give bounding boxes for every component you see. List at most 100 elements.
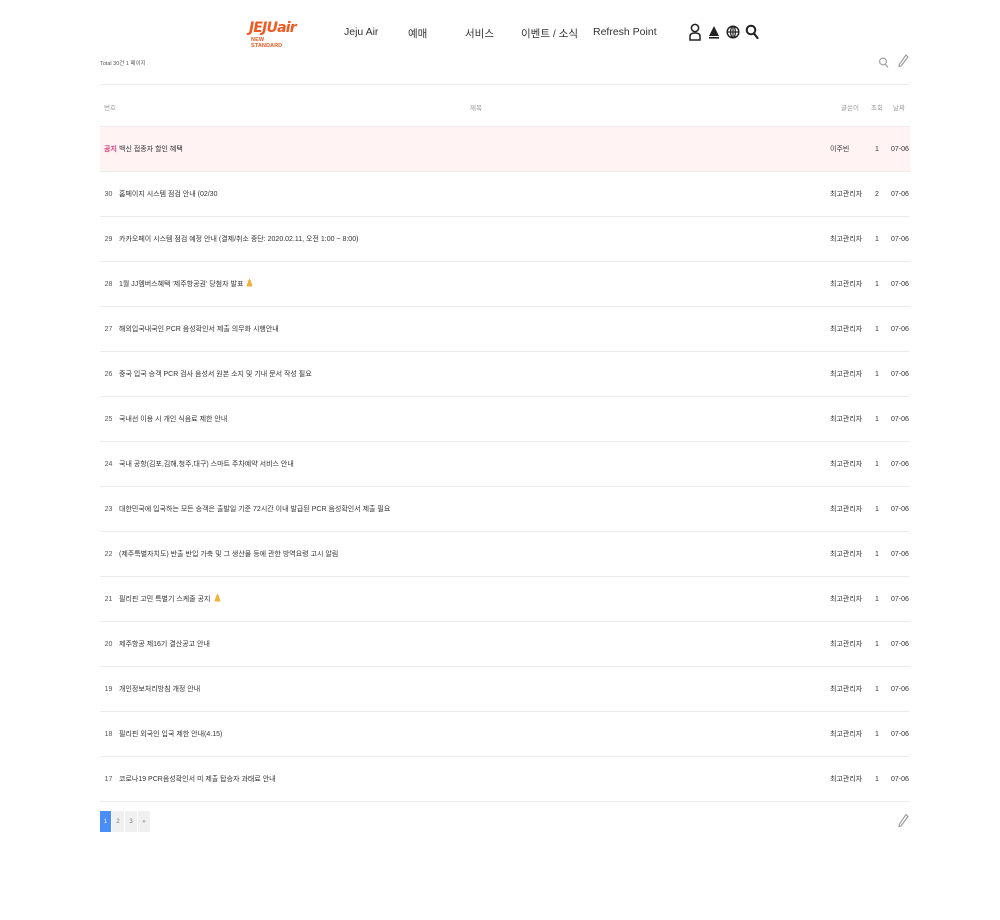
post-rows: 30 홈페이지 시스템 점검 안내 (02/30 최고관리자 2 07-06 29 카카오페… <box>100 172 910 802</box>
post-number: 18 <box>104 731 113 738</box>
post-number: 26 <box>104 371 113 378</box>
nav-item-service[interactable]: 서비스 <box>465 26 494 41</box>
post-writer: 이주빈 <box>830 146 850 153</box>
post-title[interactable]: 필리핀 고민 특별기 스케줄 공지 <box>119 595 211 604</box>
post-hits: 1 <box>875 731 879 738</box>
table-row[interactable]: 28 1월 JJ멤버스혜택 '제주항공권' 당첨자 발표 최고관리자 1 07-06 <box>100 262 910 307</box>
post-hits: 1 <box>875 686 879 693</box>
table-row[interactable]: 18 필리핀 외국인 입국 제한 안내(4.15) 최고관리자 1 07-06 <box>100 712 910 757</box>
post-number: 29 <box>104 236 113 243</box>
post-title[interactable]: 1월 JJ멤버스혜택 '제주항공권' 당첨자 발표 <box>119 280 243 289</box>
post-number: 21 <box>104 596 113 603</box>
post-writer: 최고관리자 <box>830 686 863 693</box>
notice-label: 공지 <box>104 146 117 153</box>
post-hits: 1 <box>875 596 879 603</box>
table-row[interactable]: 29 카카오페이 시스템 점검 예정 안내 (결제/취소 중단: 2020.02.… <box>100 217 910 262</box>
post-title[interactable]: 국내 공항(김포,김해,청주,대구) 스마트 주차예약 서비스 안내 <box>119 460 294 469</box>
post-title[interactable]: (제주특별자치도) 반출 반입 가축 및 그 생산물 등에 관한 방역요령 고시… <box>119 550 338 559</box>
post-date: 07-06 <box>891 416 909 423</box>
post-title[interactable]: 대한민국에 입국하는 모든 승객은 출발일 기준 72시간 이내 발급된 PCR… <box>119 505 390 514</box>
search-icon[interactable] <box>744 22 760 42</box>
post-writer: 최고관리자 <box>830 191 863 198</box>
post-date: 07-06 <box>891 551 909 558</box>
post-number: 17 <box>104 776 113 783</box>
table-row[interactable]: 24 국내 공항(김포,김해,청주,대구) 스마트 주차예약 서비스 안내 최고관리… <box>100 442 910 487</box>
post-title[interactable]: 코로나19 PCR음성확인서 미 제출 탑승자 과태료 안내 <box>119 775 276 784</box>
post-title[interactable]: 홈페이지 시스템 점검 안내 (02/30 <box>119 190 217 199</box>
globe-icon[interactable] <box>725 22 741 42</box>
post-hits: 1 <box>875 236 879 243</box>
post-writer: 최고관리자 <box>830 326 863 333</box>
header-hits: 조회 <box>871 105 883 112</box>
post-writer: 최고관리자 <box>830 371 863 378</box>
post-hits: 1 <box>875 776 879 783</box>
post-title[interactable]: 국내선 이용 시 개인 식음료 제한 안내 <box>119 415 227 424</box>
post-title[interactable]: 필리핀 외국인 입국 제한 안내(4.15) <box>119 730 222 739</box>
post-date: 07-06 <box>891 146 909 153</box>
total-count: Total 30건 1 페이지 <box>100 61 146 67</box>
write-icon[interactable] <box>897 54 909 68</box>
post-number: 25 <box>104 416 113 423</box>
post-writer: 최고관리자 <box>830 281 863 288</box>
post-title[interactable]: 제주항공 제16기 결산공고 안내 <box>119 640 210 649</box>
next-page-button[interactable]: » <box>138 811 150 832</box>
post-hits: 1 <box>875 551 879 558</box>
table-header: 번호 제목 글쓴이 조회 날짜 <box>100 84 910 127</box>
post-date: 07-06 <box>891 236 909 243</box>
nav-item-jejuair[interactable]: Jeju Air <box>344 26 378 38</box>
post-hits: 1 <box>875 326 879 333</box>
post-title[interactable]: 중국 입국 승객 PCR 검사 음성서 원본 소지 및 기내 문서 작성 필요 <box>119 370 312 379</box>
post-date: 07-06 <box>891 776 909 783</box>
post-date: 07-06 <box>891 191 909 198</box>
notice-row[interactable]: 공지 백신 접종자 할인 혜택 이주빈 1 07-06 <box>100 127 910 172</box>
post-date: 07-06 <box>891 281 909 288</box>
table-row[interactable]: 23 대한민국에 입국하는 모든 승객은 출발일 기준 72시간 이내 발급된 P… <box>100 487 910 532</box>
table-row[interactable]: 25 국내선 이용 시 개인 식음료 제한 안내 최고관리자 1 07-06 <box>100 397 910 442</box>
jejuair-logo[interactable]: JEJUair NEW STANDARD <box>249 20 297 49</box>
table-row[interactable]: 30 홈페이지 시스템 점검 안내 (02/30 최고관리자 2 07-06 <box>100 172 910 217</box>
post-writer: 최고관리자 <box>830 506 863 513</box>
post-hits: 1 <box>875 461 879 468</box>
table-row[interactable]: 26 중국 입국 승객 PCR 검사 음성서 원본 소지 및 기내 문서 작성 필… <box>100 352 910 397</box>
post-date: 07-06 <box>891 461 909 468</box>
table-row[interactable]: 22 (제주특별자치도) 반출 반입 가축 및 그 생산물 등에 관한 방역요령 … <box>100 532 910 577</box>
page-button-3[interactable]: 3 <box>125 811 137 832</box>
write-icon-bottom[interactable] <box>897 813 909 829</box>
header-num: 번호 <box>104 105 116 112</box>
post-number: 19 <box>104 686 113 693</box>
post-hits: 1 <box>875 506 879 513</box>
post-title[interactable]: 카카오페이 시스템 점검 예정 안내 (결제/취소 중단: 2020.02.11… <box>119 235 358 244</box>
post-title[interactable]: 개인정보처리방침 개정 안내 <box>119 685 200 694</box>
table-row[interactable]: 19 개인정보처리방침 개정 안내 최고관리자 1 07-06 <box>100 667 910 712</box>
site-header: JEJUair NEW STANDARD Jeju Air 예매 서비스 이벤트… <box>0 0 1000 64</box>
notification-icon[interactable] <box>706 22 722 42</box>
post-number: 23 <box>104 506 113 513</box>
post-number: 24 <box>104 461 113 468</box>
nav-item-event-news[interactable]: 이벤트 / 소식 <box>521 26 578 41</box>
post-title[interactable]: 백신 접종자 할인 혜택 <box>119 145 183 154</box>
post-number: 20 <box>104 641 113 648</box>
post-hits: 1 <box>875 371 879 378</box>
table-row[interactable]: 17 코로나19 PCR음성확인서 미 제출 탑승자 과태료 안내 최고관리자 1 07… <box>100 757 910 802</box>
post-date: 07-06 <box>891 596 909 603</box>
post-title[interactable]: 해외입국내국인 PCR 음성확인서 제출 의무화 시행안내 <box>119 325 279 334</box>
post-date: 07-06 <box>891 731 909 738</box>
post-number: 27 <box>104 326 113 333</box>
table-row[interactable]: 21 필리핀 고민 특별기 스케줄 공지 최고관리자 1 07-06 <box>100 577 910 622</box>
table-row[interactable]: 27 해외입국내국인 PCR 음성확인서 제출 의무화 시행안내 최고관리자 1 07-… <box>100 307 910 352</box>
post-date: 07-06 <box>891 326 909 333</box>
page-button-1[interactable]: 1 <box>100 811 111 832</box>
post-writer: 최고관리자 <box>830 461 863 468</box>
post-date: 07-06 <box>891 371 909 378</box>
page-button-2[interactable]: 2 <box>112 811 124 832</box>
nav-item-booking[interactable]: 예매 <box>408 26 427 41</box>
board-toolbar: Total 30건 1 페이지 <box>100 54 910 84</box>
post-date: 07-06 <box>891 686 909 693</box>
table-row[interactable]: 20 제주항공 제16기 결산공고 안내 최고관리자 1 07-06 <box>100 622 910 667</box>
header-writer: 글쓴이 <box>841 105 859 112</box>
user-icon[interactable] <box>687 22 703 42</box>
new-badge-icon <box>214 593 221 605</box>
board-search-icon[interactable] <box>878 56 890 70</box>
header-title: 제목 <box>470 105 482 112</box>
nav-item-refresh-point[interactable]: Refresh Point <box>593 26 657 38</box>
